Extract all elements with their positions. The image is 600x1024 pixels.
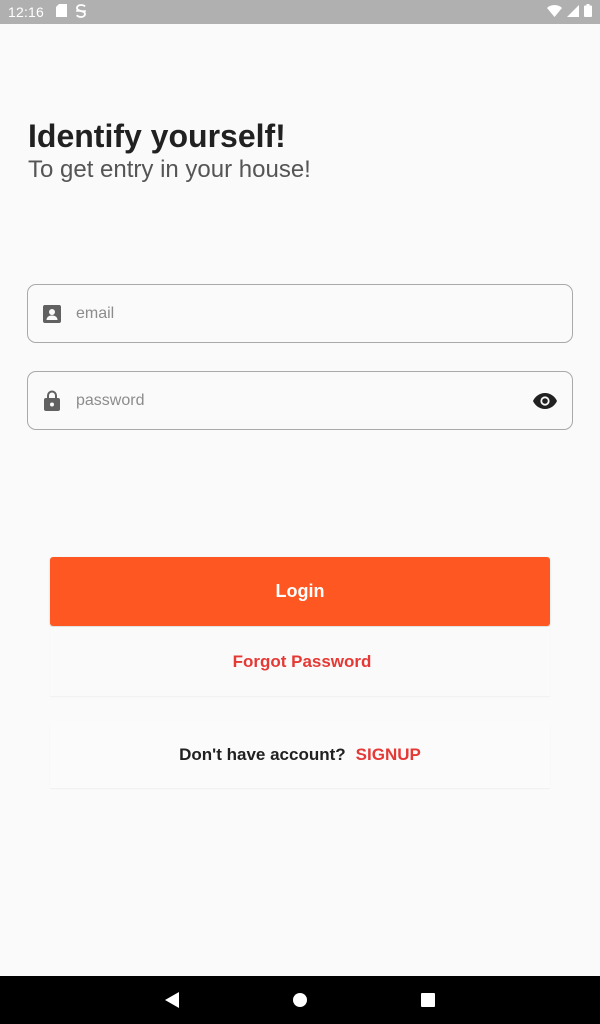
status-time: 12:16: [8, 4, 45, 20]
status-bar: 12:16: [0, 0, 600, 24]
s-app-icon: [75, 3, 87, 21]
signup-row: Don't have account? SIGNUP: [50, 721, 550, 788]
sd-card-icon: [56, 4, 68, 20]
password-input[interactable]: [76, 391, 532, 410]
back-icon[interactable]: [152, 980, 192, 1020]
lock-icon: [42, 390, 62, 411]
email-field[interactable]: [27, 284, 573, 343]
navigation-bar: [0, 976, 600, 1024]
wifi-icon: [547, 4, 562, 20]
recents-icon[interactable]: [408, 980, 448, 1020]
eye-icon[interactable]: [532, 388, 558, 414]
signup-link[interactable]: SIGNUP: [356, 745, 421, 765]
status-right-icons: [547, 4, 592, 20]
battery-icon: [584, 4, 592, 20]
account-box-icon: [42, 304, 62, 324]
page-title: Identify yourself!: [28, 118, 286, 154]
signal-icon: [567, 4, 579, 20]
password-field[interactable]: [27, 371, 573, 430]
signup-prompt: Don't have account?: [179, 744, 346, 764]
login-button[interactable]: Login: [50, 557, 550, 626]
page-subtitle: To get entry in your house!: [28, 156, 311, 183]
home-icon[interactable]: [280, 980, 320, 1020]
forgot-password-button[interactable]: Forgot Password: [50, 627, 550, 696]
email-input[interactable]: [76, 304, 558, 323]
